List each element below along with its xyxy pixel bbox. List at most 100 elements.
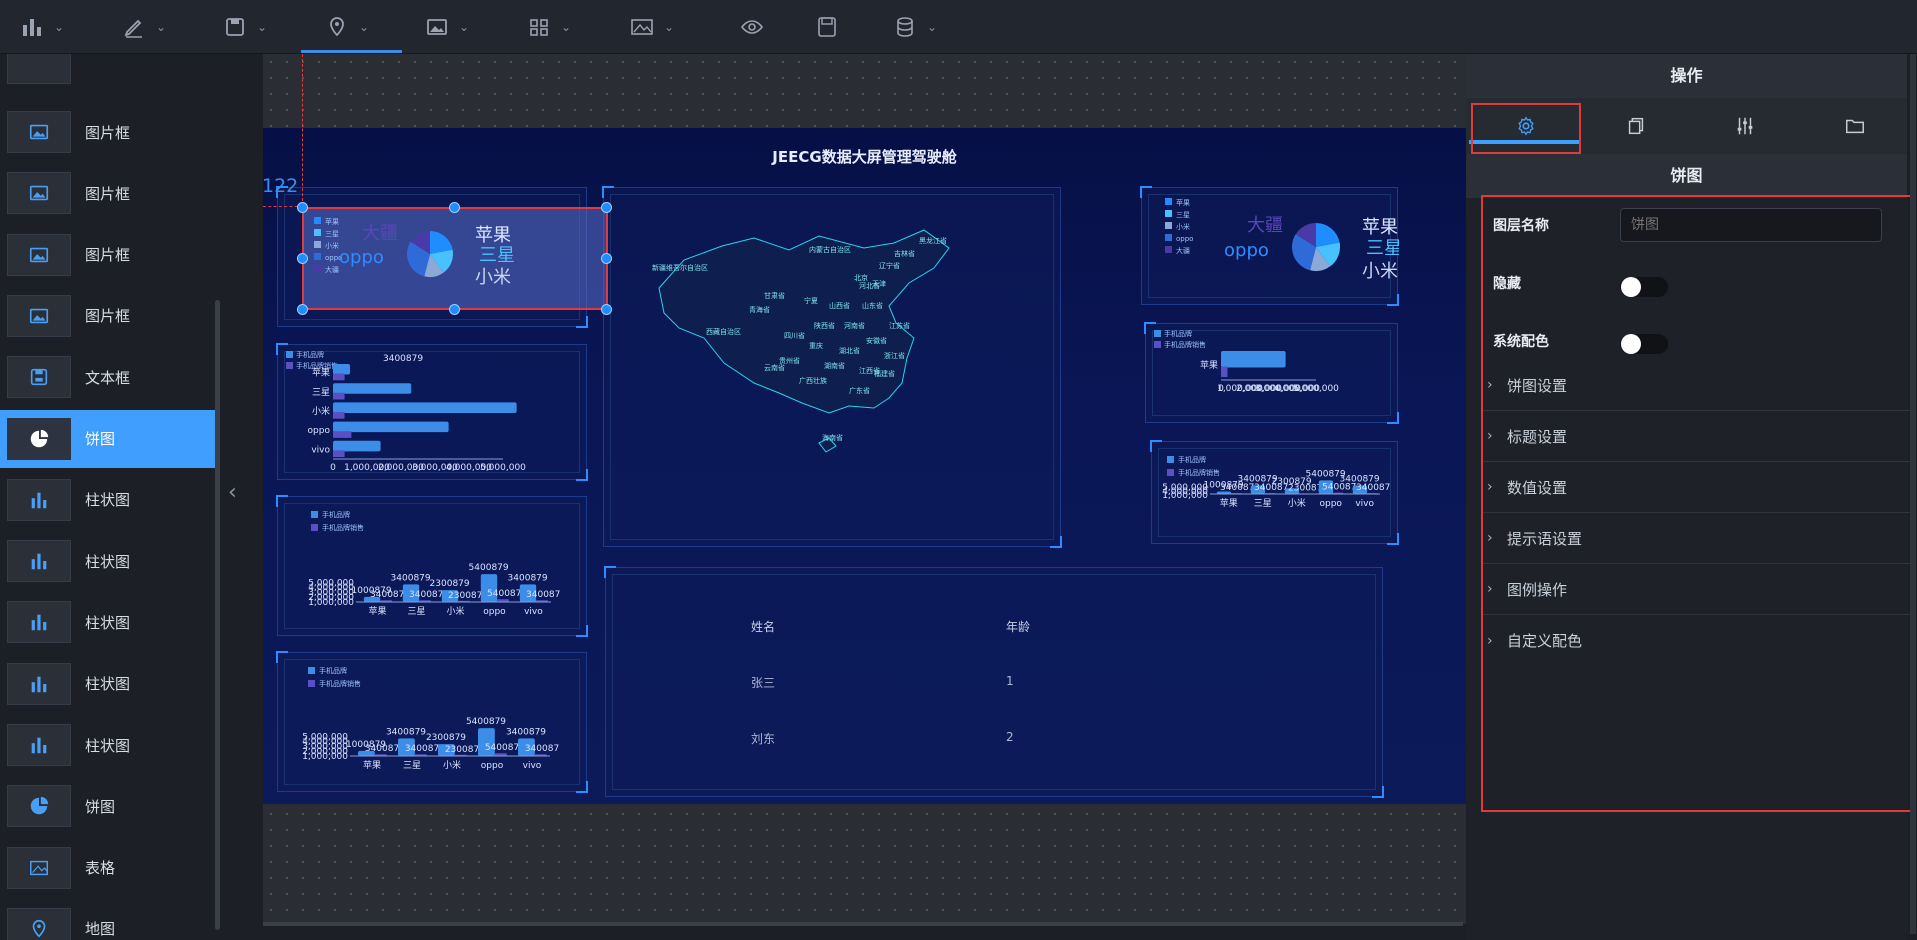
- tick-label: 1,000,000: [302, 752, 348, 762]
- sidebar-item[interactable]: 柱状图: [0, 471, 216, 529]
- table-cell: 刘东: [751, 732, 776, 746]
- bar: [333, 440, 381, 452]
- sidebar-item[interactable]: 文本框: [0, 348, 216, 406]
- section-legend-settings[interactable]: › 图例操作: [1483, 564, 1911, 615]
- sidebar-item[interactable]: 表格: [0, 839, 216, 897]
- text-menu-button[interactable]: ⌄: [122, 10, 166, 44]
- hbar-chart-widget-right[interactable]: 手机品牌 手机品牌销售 苹果 0 1,000,000 2,000,000 3,000,000…: [1144, 322, 1399, 424]
- data-label: 540087: [485, 743, 519, 753]
- map-region-label: 江西省: [859, 366, 880, 375]
- hidden-toggle[interactable]: [1620, 277, 1668, 297]
- grid-icon: [530, 19, 548, 36]
- bar: [1221, 351, 1286, 368]
- resize-handle-bottom[interactable]: [449, 304, 460, 315]
- layer-name-input[interactable]: [1620, 208, 1882, 242]
- resize-handle-bottom-left[interactable]: [297, 304, 308, 315]
- sidebar-item[interactable]: 图片框: [0, 226, 216, 284]
- background-menu-button[interactable]: ⌄: [630, 10, 674, 44]
- legend-label: 手机品牌销售: [1164, 340, 1206, 349]
- chart-menu-button[interactable]: ⌄: [20, 10, 64, 44]
- sidebar-item[interactable]: 柱状图: [0, 716, 216, 774]
- component-thumbnail: [7, 111, 71, 153]
- section-pie-settings[interactable]: › 饼图设置: [1483, 360, 1911, 411]
- resize-handle-right[interactable]: [601, 253, 612, 264]
- sidebar-item[interactable]: 柱状图: [0, 532, 216, 590]
- pie-label: 大疆: [1247, 215, 1283, 236]
- selected-pie-component[interactable]: 苹果 三星 小米 oppo 大疆 大疆 苹果 oppo 三星 小米: [302, 207, 608, 310]
- resize-handle-left[interactable]: [297, 253, 308, 264]
- tick-label: 0: [330, 463, 336, 473]
- bar-chart-icon: [23, 19, 41, 36]
- section-title-settings[interactable]: › 标题设置: [1483, 411, 1911, 462]
- hbar-chart-widget[interactable]: 手机品牌 手机品牌销售 苹果 三星 小米 oppo vivo 0 1,000,000 2,000,…: [276, 343, 588, 481]
- table-widget[interactable]: 姓名 年龄 张三 1 刘东 2: [604, 566, 1384, 798]
- system-color-toggle[interactable]: [1620, 334, 1668, 354]
- legend-label: 三星: [325, 230, 339, 238]
- right-scrollbar[interactable]: [1910, 54, 1916, 934]
- chevron-right-icon: ›: [1487, 377, 1493, 393]
- preview-button[interactable]: [740, 10, 764, 44]
- sidebar-item[interactable]: 柱状图: [0, 593, 216, 651]
- sidebar-item-label: 柱状图: [85, 491, 131, 510]
- sidebar-item[interactable]: 柱状图: [0, 655, 216, 713]
- legend-label: 手机品牌: [319, 666, 347, 675]
- map-region-label: 山东省: [862, 301, 883, 310]
- vbar-chart-widget-right[interactable]: 手机品牌 手机品牌销售 5,000,000 4,000,000 1,000,000 100…: [1150, 440, 1399, 545]
- section-custom-colors[interactable]: › 自定义配色: [1483, 615, 1911, 666]
- save-menu-button[interactable]: ⌄: [223, 10, 267, 44]
- tab-folder[interactable]: [1800, 98, 1910, 154]
- map-menu-button[interactable]: ⌄: [325, 10, 369, 44]
- sidebar-item[interactable]: 图片框: [0, 287, 216, 345]
- vbar-chart-widget-1[interactable]: 手机品牌 手机品牌销售 5,000,000 4,000,000 3,000,000 2,0…: [276, 495, 588, 637]
- image-icon: [29, 308, 49, 324]
- component-item-image-partial[interactable]: [0, 54, 216, 92]
- sidebar-item[interactable]: 饼图: [0, 777, 216, 835]
- resize-handle-top-left[interactable]: [297, 202, 308, 213]
- section-value-settings[interactable]: › 数值设置: [1483, 462, 1911, 513]
- copy-icon: [1628, 117, 1644, 135]
- sidebar-item[interactable]: 图片框: [0, 164, 216, 222]
- section-label: 提示语设置: [1507, 529, 1583, 548]
- table-cell: 2: [1006, 730, 1014, 744]
- category-label: 小米: [312, 405, 330, 417]
- map-widget[interactable]: 内蒙古自治区 新疆维吾尔自治区 甘肃省 青海省 西藏自治区 四川省 云南省 宁夏 陕西省 山西省河…: [602, 186, 1062, 548]
- legend-label: 手机品牌销售: [319, 679, 361, 688]
- section-tooltip-settings[interactable]: › 提示语设置: [1483, 513, 1911, 564]
- legend-swatch: [314, 217, 321, 224]
- sidebar-item[interactable]: 图片框: [0, 103, 216, 161]
- left-scrollbar[interactable]: [215, 300, 220, 930]
- pie-chart-widget-right[interactable]: 苹果 三星 小米 oppo 大疆 大疆 苹果 oppo 三星 小米: [1140, 186, 1399, 306]
- legend-swatch: [1165, 234, 1172, 241]
- save-button[interactable]: [815, 10, 839, 44]
- hbar-chart-svg: 手机品牌手机品牌销售苹果三星小米oppovivo0 1,000,0002,000,…: [286, 350, 526, 473]
- vbar-chart-svg-2: 手机品牌手机品牌销售5,000,0004,000,0003,000,0002,0…: [302, 666, 559, 771]
- sidebar-item-label: 柱状图: [85, 736, 131, 755]
- resize-handle-bottom-right[interactable]: [601, 304, 612, 315]
- widget-menu-button[interactable]: ⌄: [527, 10, 571, 44]
- sidebar-item-label: 表格: [85, 859, 116, 878]
- bar-chart-icon: [31, 737, 47, 754]
- legend-swatch: [308, 667, 315, 674]
- category-label: oppo: [483, 607, 506, 617]
- tab-data[interactable]: [1690, 98, 1800, 154]
- pie-label: 苹果: [1362, 217, 1398, 238]
- data-label: 340087: [405, 744, 439, 754]
- resize-handle-top[interactable]: [449, 202, 460, 213]
- data-source-button[interactable]: ⌄: [893, 10, 937, 44]
- sidebar-item[interactable]: 地图: [0, 900, 216, 940]
- tab-copy[interactable]: [1581, 98, 1691, 154]
- image-menu-button[interactable]: ⌄: [425, 10, 469, 44]
- pie-label: oppo: [339, 247, 384, 268]
- canvas-horizontal-scrollbar[interactable]: [263, 922, 1463, 926]
- vbar-chart-widget-2[interactable]: 手机品牌 手机品牌销售 5,000,000 4,000,000 3,000,000 2,0…: [276, 651, 588, 793]
- chevron-right-icon: ›: [1487, 530, 1493, 546]
- chevron-down-icon: ⌄: [54, 20, 65, 34]
- category-label: vivo: [524, 607, 543, 617]
- resize-handle-top-right[interactable]: [601, 202, 612, 213]
- guide-line-vertical: [302, 54, 303, 206]
- sidebar-item-label: 柱状图: [85, 613, 131, 632]
- sidebar-item[interactable]: 饼图: [0, 409, 216, 468]
- collapse-left-panel-button[interactable]: ‹: [228, 480, 248, 505]
- category-label: oppo: [481, 761, 504, 771]
- pie-label: 三星: [1366, 238, 1399, 259]
